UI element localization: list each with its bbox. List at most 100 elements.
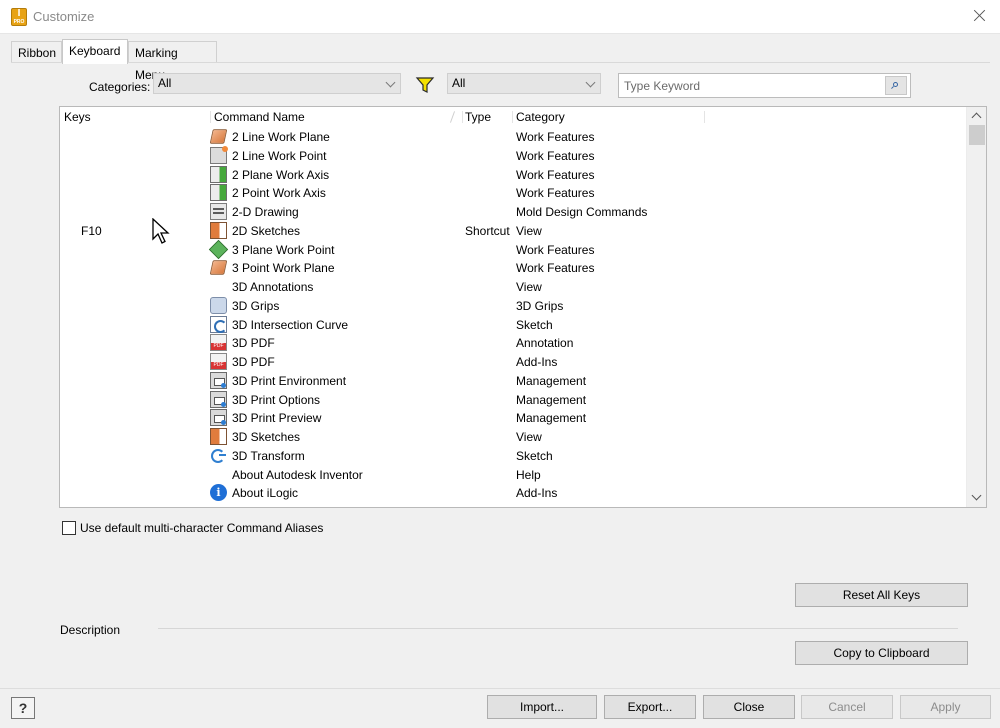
table-row[interactable]: 3D Print Environment Management	[60, 371, 966, 390]
cell-category: View	[516, 430, 542, 444]
keyboard-commands-grid[interactable]: Keys Command Name Type Category 2 Line W…	[59, 106, 987, 508]
table-row[interactable]: 3D Annotations View	[60, 277, 966, 296]
print-icon-glyph	[210, 409, 227, 427]
window-title: Customize	[33, 9, 95, 24]
categories-dropdown[interactable]: All	[153, 73, 401, 94]
table-row[interactable]: 3D Grips 3D Grips	[60, 296, 966, 315]
tab-keyboard[interactable]: Keyboard	[62, 39, 128, 64]
cell-category: Work Features	[516, 261, 595, 276]
filter-icon[interactable]	[415, 76, 435, 95]
scroll-down-icon[interactable]	[971, 490, 982, 501]
info-icon: i	[210, 484, 227, 502]
cell-command-name: About Autodesk Inventor	[232, 467, 363, 482]
filter-dropdown[interactable]: All	[447, 73, 601, 94]
table-row[interactable]: F10 2D Sketches Shortcut View	[60, 221, 966, 240]
work-plane-icon-glyph	[209, 260, 228, 275]
table-row[interactable]: 3D Print Options Management	[60, 390, 966, 409]
grid-header: Keys Command Name Type Category	[60, 107, 966, 127]
scroll-up-icon[interactable]	[971, 112, 982, 123]
tab-marking-menu[interactable]: Marking Menu	[128, 41, 217, 82]
column-divider	[512, 111, 513, 123]
table-row[interactable]: 2 Line Work Point Work Features	[60, 145, 966, 165]
cell-category: Work Features	[516, 130, 595, 144]
grips-icon	[210, 296, 227, 314]
cell-command-name: 3D Print Environment	[232, 373, 347, 388]
cell-command-name: 3D Print Options	[232, 392, 321, 407]
table-row[interactable]: 3D PDF Add-Ins	[60, 352, 966, 371]
import-button[interactable]: Import...	[487, 695, 597, 719]
search-box	[618, 73, 911, 98]
sketch-icon-glyph	[210, 221, 227, 239]
work-point-icon	[210, 145, 228, 164]
print-icon	[210, 409, 227, 427]
close-icon[interactable]	[970, 6, 990, 26]
work-point-3plane-icon-glyph	[208, 239, 229, 259]
sort-indicator-icon	[449, 111, 456, 123]
table-row[interactable]: 2 Plane Work Axis Work Features	[60, 165, 966, 184]
tab-ribbon[interactable]: Ribbon	[11, 41, 62, 63]
column-header-type[interactable]: Type	[465, 110, 491, 124]
cell-command-name: 2D Sketches	[232, 223, 301, 238]
pdf-icon-glyph	[210, 334, 227, 352]
cell-category: Mold Design Commands	[516, 205, 648, 219]
scrollbar-thumb[interactable]	[969, 125, 985, 145]
apply-button[interactable]: Apply	[900, 695, 991, 719]
copy-to-clipboard-button[interactable]: Copy to Clipboard	[795, 641, 968, 665]
column-header-category[interactable]: Category	[516, 110, 565, 124]
reset-all-keys-button[interactable]: Reset All Keys	[795, 583, 968, 607]
work-axis-icon	[210, 184, 227, 202]
chevron-down-icon	[585, 77, 596, 88]
description-label: Description	[60, 623, 121, 637]
help-button[interactable]: ?	[11, 697, 35, 719]
cell-category: View	[516, 223, 542, 238]
table-row[interactable]: 3D Transform Sketch	[60, 446, 966, 465]
grips-icon-glyph	[210, 296, 227, 314]
sketch-icon	[210, 221, 227, 239]
table-row[interactable]: 3 Plane Work Point Work Features	[60, 239, 966, 259]
table-row[interactable]: 3 Point Work Plane Work Features	[60, 258, 966, 277]
cell-command-name: 2 Line Work Point	[232, 148, 327, 163]
default-aliases-checkbox[interactable]	[62, 521, 76, 535]
cell-category: Work Features	[516, 186, 595, 201]
table-row[interactable]: 2-D Drawing Mold Design Commands	[60, 202, 966, 221]
work-axis-icon	[210, 165, 227, 183]
cell-command-name: 3D PDF	[232, 355, 275, 369]
cancel-button[interactable]: Cancel	[801, 695, 893, 719]
export-button[interactable]: Export...	[604, 695, 696, 719]
table-row[interactable]: 2 Point Work Axis Work Features	[60, 183, 966, 202]
table-row[interactable]: 3D PDF Annotation	[60, 333, 966, 352]
cell-category: Work Features	[516, 167, 595, 182]
cell-category: Add-Ins	[516, 486, 558, 501]
table-row[interactable]: 3D Print Preview Management	[60, 408, 966, 427]
title-bar: I PRO Customize	[0, 0, 1000, 34]
column-header-keys[interactable]: Keys	[64, 110, 91, 124]
table-row[interactable]: i About iLogic Add-Ins	[60, 483, 966, 502]
intersection-curve-icon	[210, 315, 227, 333]
cell-command-name: 2-D Drawing	[232, 205, 299, 219]
search-input[interactable]	[622, 76, 877, 95]
chevron-down-icon	[385, 77, 396, 88]
mouse-cursor-icon	[152, 218, 170, 244]
search-icon	[893, 82, 898, 87]
pdf-icon	[210, 334, 227, 352]
close-button[interactable]: Close	[703, 695, 795, 719]
sketch-icon-glyph	[210, 428, 227, 445]
cell-category: Annotation	[516, 336, 574, 351]
cell-category: Work Features	[516, 148, 595, 163]
work-point-icon-glyph	[210, 145, 228, 164]
table-row[interactable]: 3D Intersection Curve Sketch	[60, 315, 966, 334]
table-row[interactable]: 3D Sketches View	[60, 427, 966, 446]
table-row[interactable]: 2 Line Work Plane Work Features	[60, 127, 966, 146]
search-button[interactable]	[885, 76, 907, 95]
cell-command-name: 2 Line Work Plane	[232, 130, 330, 144]
table-row[interactable]: About Autodesk Inventor Help	[60, 465, 966, 484]
cell-category: Sketch	[516, 317, 553, 332]
drawing-icon	[210, 203, 227, 220]
print-icon	[210, 390, 227, 408]
cell-command-name: 2 Plane Work Axis	[232, 167, 330, 182]
vertical-scrollbar[interactable]	[966, 107, 986, 507]
column-header-command-name[interactable]: Command Name	[214, 110, 305, 124]
cell-category: Sketch	[516, 448, 553, 463]
cell-keys[interactable]: F10	[81, 224, 102, 238]
categories-dropdown-value: All	[158, 76, 172, 90]
